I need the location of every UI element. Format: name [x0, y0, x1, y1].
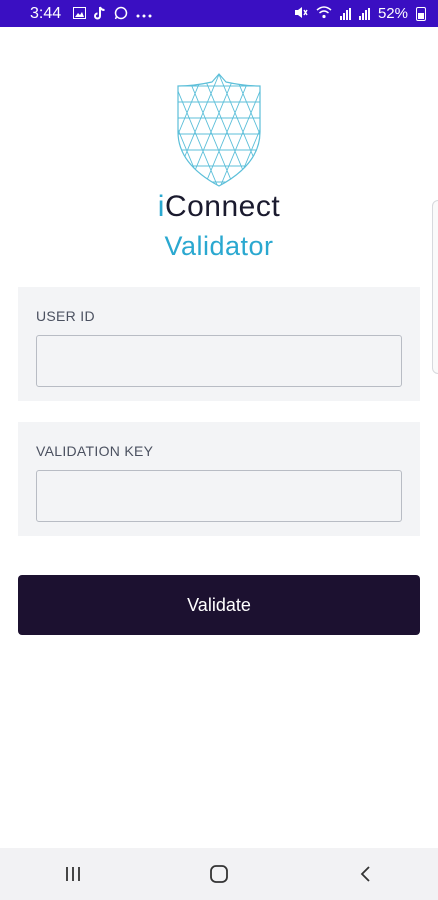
wifi-icon [316, 6, 332, 21]
tiktok-icon [94, 6, 106, 22]
signal-icon-2 [358, 7, 370, 20]
validation-key-input[interactable] [36, 470, 402, 522]
mute-icon [294, 6, 308, 21]
back-icon [360, 866, 370, 882]
back-button[interactable] [335, 854, 395, 894]
signal-icon [339, 7, 351, 20]
more-dots-icon [136, 7, 152, 20]
user-id-input[interactable] [36, 335, 402, 387]
status-bar: 3:44 52% [0, 0, 438, 27]
battery-percent: 52% [377, 5, 408, 22]
status-time: 3:44 [30, 4, 62, 22]
user-id-label: USER ID [36, 308, 95, 324]
whatsapp-icon [114, 6, 128, 22]
brand-title-accent: i [157, 190, 165, 223]
brand-title: iConnect [0, 190, 438, 224]
validation-key-panel: VALIDATION KEY [18, 422, 420, 536]
home-button[interactable] [189, 854, 249, 894]
status-bar-right: 52% [294, 5, 426, 22]
home-icon [210, 865, 228, 883]
validate-button[interactable]: Validate [18, 575, 420, 635]
recent-apps-button[interactable] [43, 854, 103, 894]
shield-logo-icon [174, 72, 264, 188]
status-bar-left: 3:44 [30, 5, 152, 23]
validation-key-label: VALIDATION KEY [36, 443, 154, 459]
scroll-indicator[interactable] [432, 200, 438, 374]
brand-title-rest: Connect [164, 190, 281, 223]
system-nav-bar [0, 848, 438, 900]
recent-apps-icon [66, 867, 80, 881]
user-id-panel: USER ID [18, 287, 420, 401]
gallery-icon [73, 6, 87, 21]
brand-subtitle: Validator [164, 231, 274, 261]
battery-icon [416, 6, 426, 21]
